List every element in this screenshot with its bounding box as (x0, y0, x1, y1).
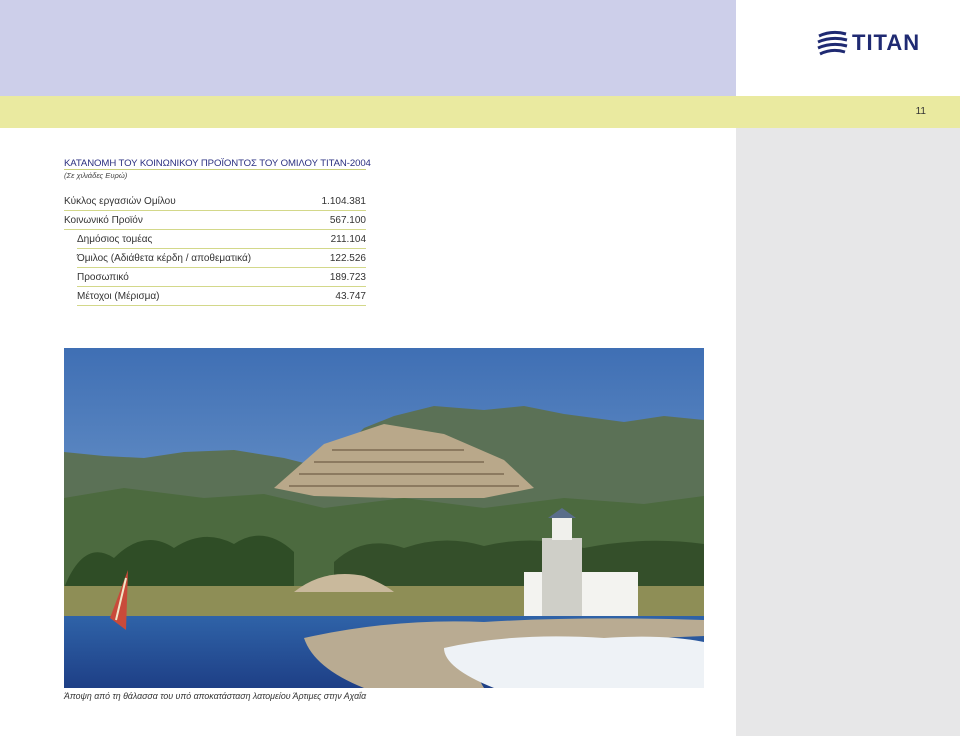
title-divider (64, 169, 366, 170)
page-number: 11 (915, 106, 926, 117)
row-value: 122.526 (329, 252, 366, 264)
titan-logo: TITAN (816, 26, 936, 62)
table-title: ΚΑΤΑΝΟΜΗ ΤΟΥ ΚΟΙΝΩΝΙΚΟΥ ΠΡΟΪΟΝΤΟΣ ΤΟΥ ΟΜ… (64, 158, 371, 169)
titan-globe-icon (817, 29, 848, 57)
row-value: 211.104 (330, 233, 366, 245)
row-label: Κύκλος εργασιών Ομίλου (64, 195, 176, 207)
quarry-landscape-photo (64, 348, 704, 688)
row-value: 43.747 (335, 290, 366, 302)
row-value: 1.104.381 (321, 195, 367, 207)
table-row: Μέτοχοι (Μέρισμα) 43.747 (77, 287, 366, 306)
table-subtitle: (Σε χιλιάδες Ευρώ) (64, 171, 128, 180)
photo-caption: Άποψη από τη θάλασσα του υπό αποκατάστασ… (64, 691, 367, 701)
row-label: Όμιλος (Αδιάθετα κέρδη / αποθεματικά) (77, 252, 252, 264)
row-label: Κοινωνικό Προϊόν (64, 214, 143, 226)
row-label: Προσωπικό (77, 271, 129, 283)
row-value: 567.100 (329, 214, 366, 226)
table-row: Κοινωνικό Προϊόν 567.100 (64, 211, 366, 230)
row-value: 189.723 (329, 271, 366, 283)
table-row: Δημόσιος τομέας 211.104 (77, 230, 366, 249)
side-panel (736, 128, 960, 736)
table-row: Προσωπικό 189.723 (77, 268, 366, 287)
row-label: Μέτοχοι (Μέρισμα) (77, 290, 160, 302)
header-band (0, 0, 736, 96)
table-row: Όμιλος (Αδιάθετα κέρδη / αποθεματικά) 12… (77, 249, 366, 268)
landscape-illustration (64, 348, 704, 688)
row-label: Δημόσιος τομέας (77, 233, 153, 245)
section-band (0, 96, 960, 128)
logo-text: TITAN (852, 30, 921, 55)
table-row: Κύκλος εργασιών Ομίλου 1.104.381 (64, 192, 366, 211)
